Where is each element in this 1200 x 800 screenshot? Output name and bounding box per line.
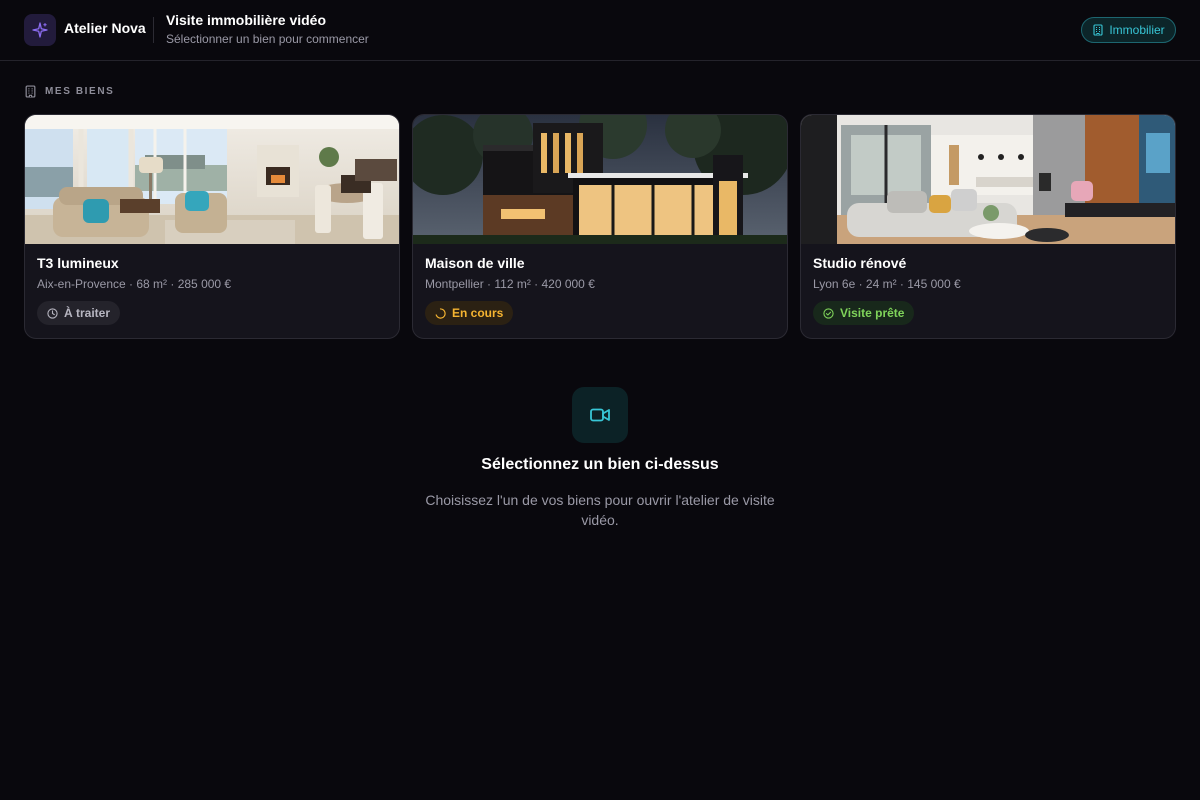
status-badge: Visite prête (813, 301, 915, 325)
property-card[interactable]: T3 lumineux Aix-en-Provence · 68 m² · 28… (24, 114, 400, 339)
property-card[interactable]: Maison de ville Montpellier · 112 m² · 4… (412, 114, 788, 339)
page-title: Visite immobilière vidéo (166, 12, 327, 28)
property-title: T3 lumineux (37, 255, 119, 271)
status-badge: À traiter (37, 301, 121, 325)
page-subtitle: Sélectionner un bien pour commencer (166, 32, 369, 46)
property-photo (801, 115, 1175, 244)
clock-icon (47, 307, 58, 319)
building-icon (1093, 24, 1103, 36)
building-icon (25, 85, 36, 98)
property-details: Lyon 6e · 24 m² · 145 000 € (813, 277, 961, 291)
header-divider (153, 17, 154, 43)
property-title: Maison de ville (425, 255, 525, 271)
empty-state-description: Choisissez l'un de vos biens pour ouvrir… (425, 492, 775, 528)
status-badge: En cours (425, 301, 514, 325)
category-pill-label: Immobilier (1109, 23, 1165, 37)
status-label: À traiter (64, 306, 111, 320)
app-header: Atelier Nova Visite immobilière vidéo Sé… (0, 0, 1200, 61)
empty-state-icon-box (572, 387, 628, 443)
category-pill[interactable]: Immobilier (1081, 17, 1176, 43)
section-header: MES BIENS (24, 85, 114, 98)
app-logo (24, 14, 56, 46)
status-label: Visite prête (840, 306, 905, 320)
video-camera-icon (590, 408, 610, 422)
property-card[interactable]: Studio rénové Lyon 6e · 24 m² · 145 000 … (800, 114, 1176, 339)
status-label: En cours (452, 306, 504, 320)
check-circle-icon (823, 307, 834, 319)
property-photo (25, 115, 399, 244)
property-details: Aix-en-Provence · 68 m² · 285 000 € (37, 277, 232, 291)
property-photo (413, 115, 787, 244)
empty-state-title: Sélectionnez un bien ci-dessus (481, 456, 719, 473)
brand-name: Atelier Nova (64, 20, 146, 36)
property-title: Studio rénové (813, 255, 907, 271)
spinner-icon (435, 307, 446, 319)
property-details: Montpellier · 112 m² · 420 000 € (425, 277, 595, 291)
sparkles-icon (32, 22, 48, 38)
section-title: MES BIENS (45, 86, 115, 97)
